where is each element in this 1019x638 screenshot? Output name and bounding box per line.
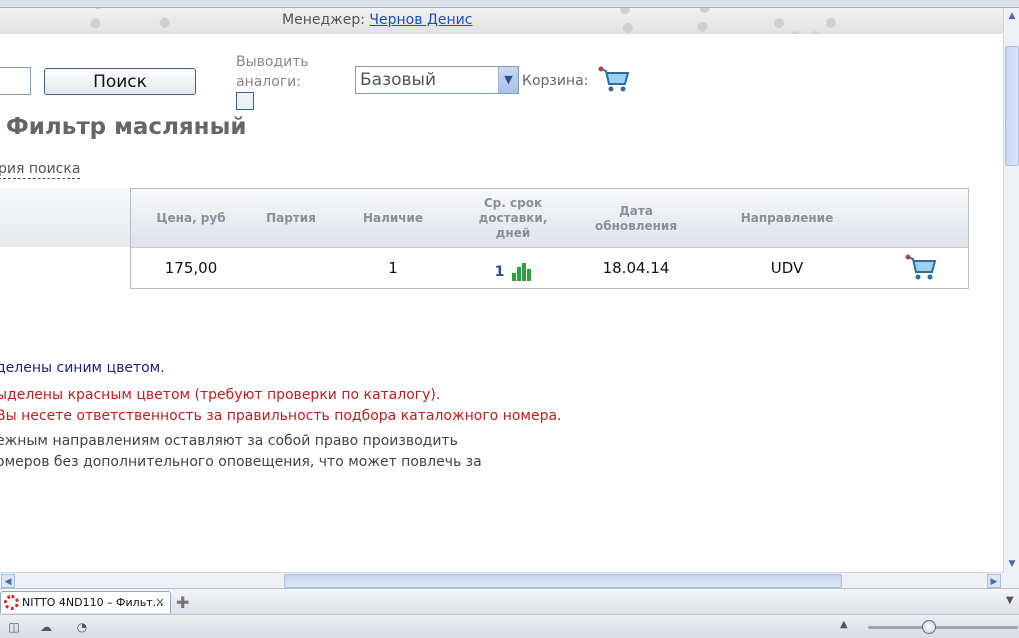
cell-updated: 18.04.14 — [602, 259, 670, 277]
scroll-left-icon[interactable]: ◀ — [1, 574, 15, 588]
scroll-up-icon[interactable]: ▲ — [1005, 9, 1019, 23]
search-history-link[interactable]: рия поиска — [0, 160, 81, 179]
cell-price: 175,00 — [164, 259, 218, 277]
decorative-gear-icon — [620, 8, 710, 34]
column-header-price: Цена, руб — [156, 211, 226, 225]
browser-tab[interactable]: NITTO 4ND110 – Фильт... × — [0, 591, 171, 613]
column-header-delivery: Ср. срок доставки, дней — [478, 196, 548, 240]
analogs-label: Выводить аналоги: — [236, 54, 309, 90]
responsibility-warning: Вы несете ответственность за правильност… — [0, 408, 562, 424]
analogs-checkbox[interactable] — [236, 92, 254, 110]
page-title: Фильтр масляный — [6, 114, 247, 140]
column-header-batch: Партия — [266, 211, 316, 225]
delivery-days: 1 — [494, 264, 505, 280]
column-header-direction: Направление — [740, 211, 834, 225]
cell-batch — [251, 248, 331, 288]
browser-tab-bar: NITTO 4ND110 – Фильт... × ✚ ▼ — [0, 588, 1019, 614]
manager-info: Менеджер: Чернов Денис — [282, 12, 472, 28]
site-header-banner: Менеджер: Чернов Денис — [0, 8, 1003, 34]
column-header-updated: Дата обновления — [594, 203, 678, 233]
cell-delivery: 1 — [468, 248, 558, 288]
zoom-slider-track[interactable] — [868, 626, 1018, 629]
cart-icon[interactable] — [598, 66, 630, 98]
scrollbar-corner — [1003, 572, 1019, 588]
bar-chart-icon[interactable] — [512, 263, 532, 281]
panel-toggle-icon[interactable]: ◫ — [6, 619, 22, 635]
new-tab-icon[interactable]: ✚ — [176, 593, 189, 612]
horizontal-scrollbar[interactable]: ◀ ▶ — [0, 572, 1003, 588]
browser-toolbar-edge — [0, 0, 1019, 8]
scroll-down-icon[interactable]: ▼ — [1005, 557, 1019, 571]
delivery-bar — [512, 273, 517, 281]
tab-menu-icon[interactable]: ▼ — [1006, 595, 1014, 606]
delivery-bar — [517, 267, 522, 281]
speed-dial-icon[interactable]: ◔ — [74, 619, 90, 635]
disclaimer-line-2: омеров без дополнительного оповещения, ч… — [0, 454, 482, 470]
decorative-gear-icon — [90, 8, 170, 34]
chevron-down-icon[interactable]: ▼ — [498, 67, 518, 93]
tab-title: NITTO 4ND110 – Фильт... — [22, 596, 164, 609]
close-icon[interactable]: × — [155, 595, 165, 609]
horizontal-scroll-thumb[interactable] — [284, 574, 842, 588]
search-input[interactable] — [0, 67, 31, 95]
disclaimer-line-1: ежным направлениям оставляют за собой пр… — [0, 433, 458, 449]
cell-direction: UDV — [770, 259, 804, 277]
manager-label: Менеджер: — [282, 12, 365, 28]
decorative-gear-icon — [770, 8, 840, 34]
legend-blue-note: делены синим цветом. — [0, 360, 165, 376]
vertical-scroll-thumb[interactable] — [1005, 46, 1019, 166]
column-header-stock: Наличие — [362, 211, 424, 225]
cloud-icon[interactable]: ☁ — [38, 619, 54, 635]
scroll-right-icon[interactable]: ▶ — [987, 574, 1001, 588]
site-favicon-icon — [4, 595, 19, 610]
browser-status-bar: ◫ ☁ ◔ ▲ — [0, 614, 1019, 638]
add-to-cart-button[interactable] — [901, 248, 941, 288]
price-type-value: Базовый — [360, 70, 437, 90]
browser-window: Менеджер: Чернов Денис Поиск Выводить ан… — [0, 0, 1019, 638]
cart-icon[interactable] — [905, 254, 937, 282]
offers-table: Цена, руб Партия Наличие Ср. срок достав… — [130, 188, 969, 289]
delivery-bar — [527, 269, 532, 281]
cart-label: Корзина: — [522, 73, 589, 89]
cell-stock: 1 — [388, 259, 398, 277]
price-type-select[interactable]: Базовый ▼ — [355, 66, 519, 94]
table-header: Цена, руб Партия Наличие Ср. срок достав… — [131, 189, 968, 248]
vertical-scrollbar[interactable]: ▲ ▼ — [1003, 8, 1019, 572]
delivery-bar — [522, 263, 527, 281]
zoom-menu-icon[interactable]: ▲ — [840, 619, 848, 630]
manager-name-link[interactable]: Чернов Денис — [369, 12, 472, 28]
table-left-header-strip — [0, 188, 130, 247]
zoom-slider-handle[interactable] — [922, 620, 936, 634]
legend-red-note: ыделены красным цветом (требуют проверки… — [0, 387, 441, 403]
search-button[interactable]: Поиск — [44, 68, 196, 95]
